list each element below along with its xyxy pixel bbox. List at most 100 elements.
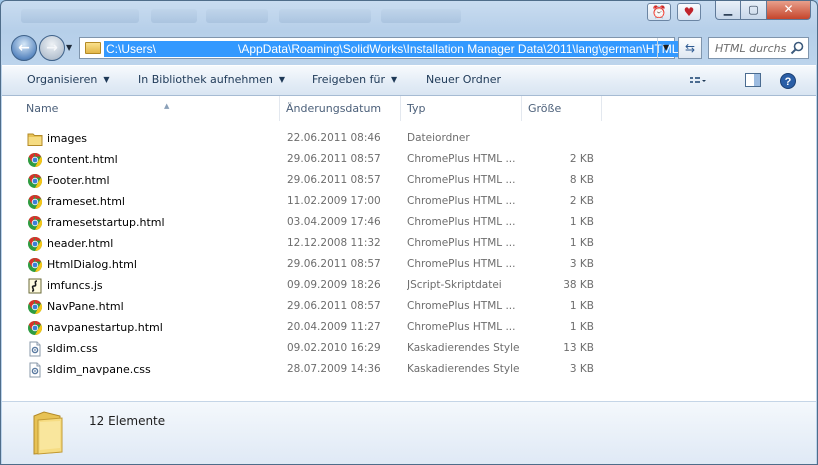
chrome-html-icon bbox=[28, 320, 43, 336]
file-name: imfuncs.js bbox=[47, 279, 103, 292]
script-file-icon bbox=[28, 278, 42, 294]
chrome-html-icon bbox=[28, 236, 43, 252]
window-controls: ▁ ▢ ✕ bbox=[715, 1, 811, 20]
forward-button[interactable]: → bbox=[39, 35, 65, 61]
folder-icon bbox=[27, 133, 43, 146]
file-name: sldim_navpane.css bbox=[47, 363, 151, 376]
chrome-html-icon bbox=[28, 194, 43, 210]
table-row[interactable]: frameset.html 11.02.2009 17:00 ChromePlus … bbox=[2, 191, 816, 212]
help-button[interactable]: ? bbox=[778, 72, 798, 90]
file-size: 2 KB bbox=[569, 195, 594, 207]
maximize-button[interactable]: ▢ bbox=[741, 1, 767, 20]
file-type: ChromePlus HTML ... bbox=[407, 195, 516, 207]
file-type: ChromePlus HTML ... bbox=[407, 174, 516, 186]
chrome-html-icon bbox=[28, 299, 43, 315]
search-input[interactable]: HTML durchsuchen bbox=[708, 37, 809, 59]
column-header-size[interactable]: Größe bbox=[522, 96, 602, 121]
file-type: ChromePlus HTML ... bbox=[407, 321, 516, 333]
address-path[interactable]: C:\Users\ \AppData\Roaming\SolidWorks\Ins… bbox=[104, 41, 681, 57]
file-modified-date: 20.04.2009 11:27 bbox=[287, 321, 381, 333]
address-bar[interactable]: C:\Users\ \AppData\Roaming\SolidWorks\Ins… bbox=[79, 37, 681, 59]
organize-button[interactable]: Organisieren ▼ bbox=[27, 73, 109, 86]
help-icon: ? bbox=[780, 73, 796, 89]
large-folder-icon bbox=[33, 411, 63, 455]
chevron-down-icon: ▼ bbox=[390, 75, 398, 84]
table-row[interactable]: header.html 12.12.2008 11:32 ChromePlus HT… bbox=[2, 233, 816, 254]
command-bar: Organisieren ▼ In Bibliothek aufnehmen ▼ F… bbox=[2, 65, 816, 96]
column-header-type[interactable]: Typ bbox=[401, 96, 522, 121]
heart-icon[interactable]: ♥ bbox=[677, 3, 701, 21]
table-row[interactable]: imfuncs.js 09.09.2009 18:26 JScript-Skript… bbox=[2, 275, 816, 296]
close-button[interactable]: ✕ bbox=[767, 1, 811, 20]
table-row[interactable]: framesetstartup.html 03.04.2009 17:46 Chro… bbox=[2, 212, 816, 233]
back-button[interactable]: ← bbox=[11, 35, 37, 61]
blurred-title-segment bbox=[206, 9, 268, 23]
chrome-html-icon bbox=[28, 173, 43, 189]
file-list: Name ▲ Änderungsdatum Typ Größe images 22.… bbox=[2, 96, 816, 401]
redacted-username bbox=[156, 41, 239, 55]
css-file-icon bbox=[29, 341, 41, 357]
file-modified-date: 29.06.2011 08:57 bbox=[287, 174, 381, 186]
file-type: JScript-Skriptdatei bbox=[407, 279, 502, 291]
file-size: 1 KB bbox=[569, 237, 594, 249]
new-folder-button[interactable]: Neuer Ordner bbox=[426, 73, 501, 86]
file-modified-date: 29.06.2011 08:57 bbox=[287, 153, 381, 165]
table-row[interactable]: sldim.css 09.02.2010 16:29 Kaskadierendes … bbox=[2, 338, 816, 359]
file-type: ChromePlus HTML ... bbox=[407, 258, 516, 270]
file-size bbox=[522, 128, 594, 149]
file-modified-date: 29.06.2011 08:57 bbox=[287, 258, 381, 270]
clock-icon[interactable]: ⏰ bbox=[647, 3, 671, 21]
file-modified-date: 09.09.2009 18:26 bbox=[287, 279, 381, 291]
file-type: ChromePlus HTML ... bbox=[407, 153, 516, 165]
file-size: 1 KB bbox=[569, 216, 594, 228]
refresh-button[interactable]: ⇆ bbox=[678, 37, 702, 59]
search-icon[interactable] bbox=[790, 41, 804, 55]
file-size: 13 KB bbox=[563, 342, 594, 354]
file-type: ChromePlus HTML ... bbox=[407, 237, 516, 249]
chevron-down-icon: ▼ bbox=[662, 43, 670, 52]
include-library-button[interactable]: In Bibliothek aufnehmen ▼ bbox=[138, 73, 285, 86]
file-modified-date: 29.06.2011 08:57 bbox=[287, 300, 381, 312]
chevron-down-icon: ▼ bbox=[103, 75, 110, 84]
preview-pane-button[interactable] bbox=[743, 72, 763, 90]
file-type: Kaskadierendes Stylesheet bbox=[407, 342, 519, 354]
table-row[interactable]: sldim_navpane.css 28.07.2009 14:36 Kaskadi… bbox=[2, 359, 816, 380]
title-bar: ⏰ ♥ ▁ ▢ ✕ bbox=[1, 1, 817, 29]
file-modified-date: 12.12.2008 11:32 bbox=[287, 237, 381, 249]
chrome-html-icon bbox=[28, 152, 43, 168]
table-row[interactable]: navpanestartup.html 20.04.2009 11:27 Chrom… bbox=[2, 317, 816, 338]
blurred-title-segment bbox=[279, 9, 371, 23]
table-row[interactable]: Footer.html 29.06.2011 08:57 ChromePlus HT… bbox=[2, 170, 816, 191]
file-name: navpanestartup.html bbox=[47, 321, 163, 334]
file-size: 1 KB bbox=[569, 321, 594, 333]
file-name: sldim.css bbox=[47, 342, 98, 355]
share-button[interactable]: Freigeben für ▼ bbox=[312, 73, 397, 86]
sort-ascending-icon: ▲ bbox=[164, 102, 170, 110]
file-size: 3 KB bbox=[569, 258, 594, 270]
file-size: 1 KB bbox=[569, 300, 594, 312]
column-header-name[interactable]: Name ▲ bbox=[20, 96, 280, 121]
table-row[interactable]: NavPane.html 29.06.2011 08:57 ChromePlus H… bbox=[2, 296, 816, 317]
table-row[interactable]: content.html 29.06.2011 08:57 ChromePlus H… bbox=[2, 149, 816, 170]
file-name: images bbox=[47, 132, 87, 145]
search-placeholder: HTML durchsuchen bbox=[715, 42, 787, 55]
folder-icon bbox=[85, 42, 101, 54]
arrow-left-icon: ← bbox=[18, 40, 30, 56]
file-size: 8 KB bbox=[569, 174, 594, 186]
file-name: Footer.html bbox=[47, 174, 110, 187]
details-pane: 12 Elemente bbox=[2, 401, 816, 464]
file-type: ChromePlus HTML ... bbox=[407, 300, 516, 312]
column-header-modified[interactable]: Änderungsdatum bbox=[280, 96, 401, 121]
table-row[interactable]: HtmlDialog.html 29.06.2011 08:57 ChromePlu… bbox=[2, 254, 816, 275]
minimize-button[interactable]: ▁ bbox=[715, 1, 741, 20]
chevron-down-icon: ▼ bbox=[278, 75, 285, 84]
css-file-icon bbox=[29, 362, 41, 378]
recent-pages-dropdown[interactable]: ▼ bbox=[66, 43, 72, 52]
file-size: 38 KB bbox=[563, 279, 594, 291]
preview-pane-icon bbox=[745, 73, 761, 87]
item-count: 12 Elemente bbox=[89, 414, 166, 428]
table-row[interactable]: images 22.06.2011 08:46 Dateiordner bbox=[2, 128, 816, 149]
file-rows: images 22.06.2011 08:46 Dateiordner content… bbox=[2, 128, 816, 380]
view-options-button[interactable] bbox=[688, 72, 708, 90]
address-history-dropdown[interactable]: ▼ bbox=[657, 38, 674, 58]
